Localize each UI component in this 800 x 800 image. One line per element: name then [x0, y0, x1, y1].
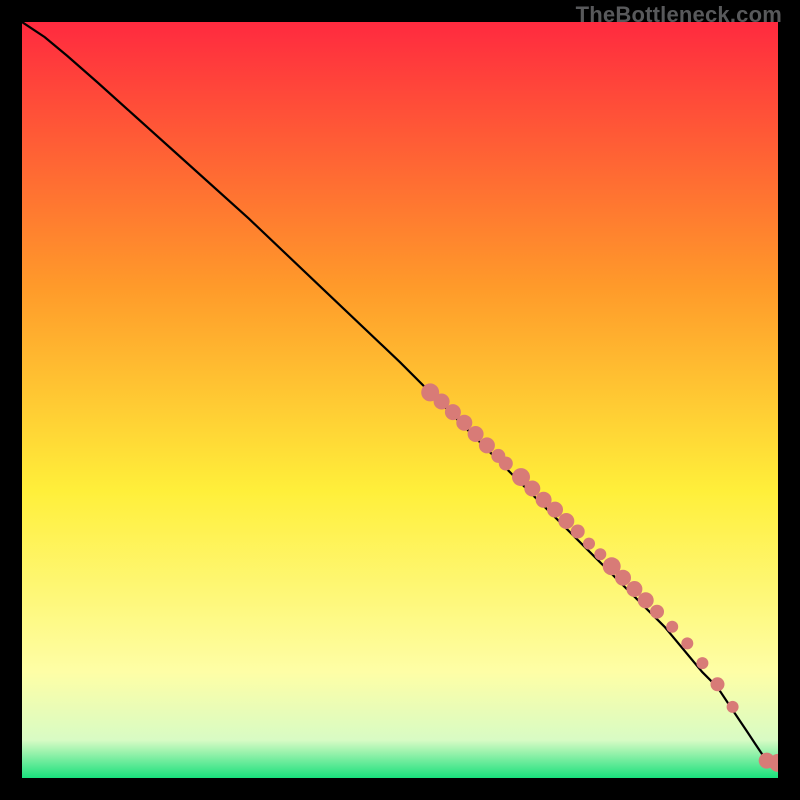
- data-point: [650, 605, 664, 619]
- data-point: [696, 657, 708, 669]
- data-point: [468, 426, 484, 442]
- data-point: [681, 637, 693, 649]
- data-point: [583, 538, 595, 550]
- data-point: [626, 581, 642, 597]
- data-point: [479, 437, 495, 453]
- data-point: [547, 502, 563, 518]
- data-point: [594, 548, 606, 560]
- data-point: [638, 592, 654, 608]
- data-point: [727, 701, 739, 713]
- data-point: [615, 570, 631, 586]
- data-point: [524, 481, 540, 497]
- data-point: [666, 621, 678, 633]
- chart-svg: [22, 22, 778, 778]
- data-point: [499, 457, 513, 471]
- data-point: [456, 415, 472, 431]
- chart-plot: [22, 22, 778, 778]
- data-point: [571, 525, 585, 539]
- data-point: [558, 513, 574, 529]
- data-point: [711, 677, 725, 691]
- heatmap-background: [22, 22, 778, 778]
